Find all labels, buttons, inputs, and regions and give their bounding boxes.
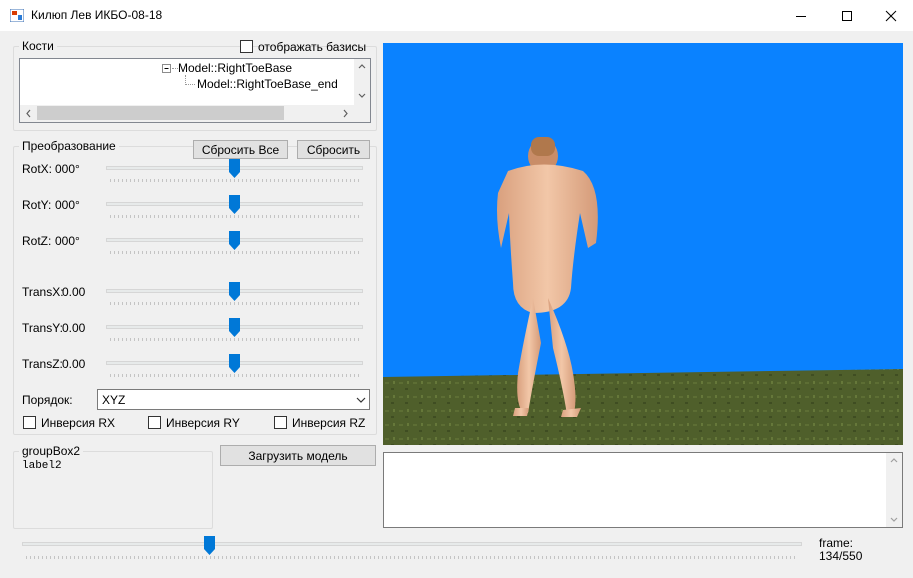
frame-slider-thumb[interactable]: [203, 536, 215, 555]
collapse-icon[interactable]: [161, 63, 172, 74]
show-bases-label: отображать базисы: [258, 40, 367, 54]
close-button[interactable]: [868, 0, 913, 31]
frame-label: frame:: [819, 536, 854, 550]
invert-ry-checkbox[interactable]: [148, 416, 161, 429]
slider-value: 000°: [55, 234, 80, 248]
chevron-down-icon: [356, 397, 366, 403]
slider-label: RotX:: [22, 162, 53, 176]
reset-all-button[interactable]: Сбросить Все: [193, 140, 288, 159]
slider-value: 0.00: [62, 285, 86, 299]
slider-value: 0.00: [62, 357, 86, 371]
frame-slider-track[interactable]: [22, 542, 802, 546]
invert-ry-label: Инверсия RY: [166, 416, 240, 430]
group-box-2-label: label2: [22, 460, 62, 472]
transform-group-title: Преобразование: [19, 139, 119, 153]
bones-tree[interactable]: Model::RightToeBase Model::RightToeBase_…: [19, 58, 371, 123]
chevron-down-icon[interactable]: [890, 517, 898, 523]
chevron-right-icon[interactable]: [343, 109, 349, 118]
chevron-left-icon[interactable]: [25, 109, 31, 118]
slider-ticks: [110, 251, 359, 254]
slider-ticks: [110, 338, 359, 341]
window-title: Килюп Лев ИКБО-08-18: [31, 8, 163, 22]
app-icon: [10, 9, 24, 22]
tree-vertical-scrollbar[interactable]: [354, 59, 370, 105]
group-box-2-title: groupBox2: [19, 444, 84, 458]
title-bar: Килюп Лев ИКБО-08-18: [0, 0, 913, 31]
show-bases-checkbox[interactable]: [240, 40, 253, 53]
minimize-icon: [796, 15, 806, 17]
slider-thumb[interactable]: [229, 318, 240, 337]
chevron-up-icon[interactable]: [890, 457, 898, 463]
slider-thumb[interactable]: [229, 231, 240, 250]
slider-value: 0.00: [62, 321, 86, 335]
slider-label: TransX:: [22, 285, 64, 299]
order-label: Порядок:: [22, 393, 73, 407]
slider-ticks: [110, 179, 359, 182]
frame-value: 134/550: [819, 549, 863, 563]
frame-slider-ticks: [26, 556, 798, 559]
close-icon: [885, 10, 897, 21]
slider-ticks: [110, 302, 359, 305]
slider-label: RotZ:: [22, 234, 52, 248]
scrollbar-thumb[interactable]: [37, 106, 284, 120]
chevron-up-icon[interactable]: [358, 63, 366, 69]
bones-group-title: Кости: [19, 39, 57, 53]
slider-thumb[interactable]: [229, 282, 240, 301]
tree-line: [185, 84, 195, 85]
slider-label: TransZ:: [22, 357, 63, 371]
tree-item-right-toe-base[interactable]: Model::RightToeBase: [178, 61, 292, 75]
slider-label: TransY:: [22, 321, 63, 335]
slider-thumb[interactable]: [229, 354, 240, 373]
maximize-button[interactable]: [824, 0, 870, 31]
invert-rx-label: Инверсия RX: [41, 416, 116, 430]
slider-label: RotY:: [22, 198, 52, 212]
invert-rz-checkbox[interactable]: [274, 416, 287, 429]
chevron-down-icon[interactable]: [358, 93, 366, 99]
slider-thumb[interactable]: [229, 159, 240, 178]
ground: [383, 369, 903, 445]
slider-thumb[interactable]: [229, 195, 240, 214]
load-model-button[interactable]: Загрузить модель: [220, 445, 376, 466]
order-select-value: XYZ: [102, 393, 126, 407]
scrollbar-corner: [354, 105, 370, 122]
tree-item-right-toe-base-end[interactable]: Model::RightToeBase_end: [197, 77, 338, 91]
minimize-button[interactable]: [778, 0, 824, 31]
slider-ticks: [110, 215, 359, 218]
invert-rz-label: Инверсия RZ: [292, 416, 366, 430]
log-vertical-scrollbar[interactable]: [886, 453, 902, 527]
slider-value: 000°: [55, 198, 80, 212]
reset-button[interactable]: Сбросить: [297, 140, 370, 159]
log-textbox[interactable]: [383, 452, 903, 528]
tree-horizontal-scrollbar[interactable]: [20, 105, 354, 122]
model-viewport[interactable]: [383, 43, 903, 445]
slider-ticks: [110, 374, 359, 377]
slider-value: 000°: [55, 162, 80, 176]
order-select[interactable]: XYZ: [97, 389, 370, 410]
invert-rx-checkbox[interactable]: [23, 416, 36, 429]
maximize-icon: [842, 10, 852, 21]
